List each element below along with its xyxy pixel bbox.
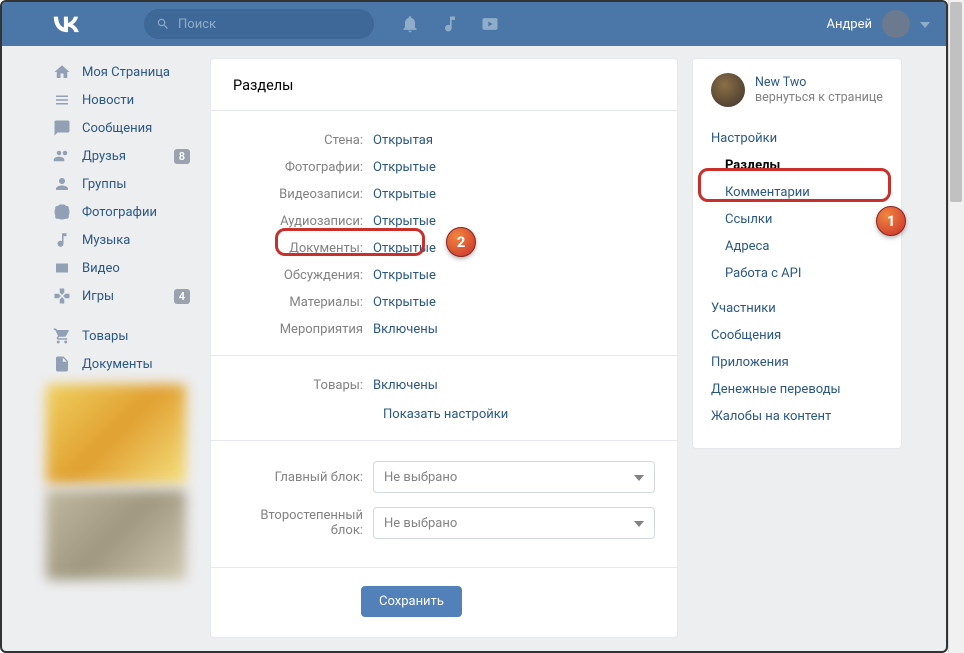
show-settings-link[interactable]: Показать настройки <box>383 407 508 422</box>
right-nav-item[interactable]: Настройки <box>693 125 901 152</box>
setting-value[interactable]: Открытая <box>373 133 433 148</box>
music-icon[interactable] <box>440 14 460 34</box>
search-input[interactable] <box>178 17 362 32</box>
setting-value[interactable]: Включены <box>373 322 438 337</box>
nav-item-market[interactable]: Товары <box>46 322 196 350</box>
settings-panel: Разделы Стена:ОткрытаяФотографии:Открыты… <box>210 58 678 638</box>
nav-label: Моя Страница <box>82 65 170 80</box>
right-nav-item[interactable]: Разделы <box>693 152 901 179</box>
user-avatar <box>882 10 910 38</box>
right-nav-item[interactable]: Адреса <box>693 233 901 260</box>
nav-label: Группы <box>82 177 126 192</box>
right-sidebar: New Two вернуться к странице НастройкиРа… <box>692 58 902 449</box>
secondary-block-label: Второстепенный блок: <box>233 508 373 538</box>
nav-item-groups[interactable]: Группы <box>46 170 196 198</box>
home-icon <box>52 62 72 82</box>
user-name: Андрей <box>826 17 872 32</box>
panel-title: Разделы <box>211 59 677 111</box>
nav-badge: 4 <box>174 289 190 304</box>
nav-item-news[interactable]: Новости <box>46 86 196 114</box>
right-nav-item[interactable]: Комментарии <box>693 179 901 206</box>
user-menu[interactable]: Андрей <box>826 10 930 38</box>
right-nav-item[interactable]: Приложения <box>693 349 901 376</box>
right-nav-item[interactable]: Участники <box>693 295 901 322</box>
left-sidebar: Моя Страница Новости Сообщения Друзья 8 Групп… <box>46 58 196 638</box>
nav-label: Документы <box>82 357 153 372</box>
setting-value[interactable]: Открытые <box>373 187 436 202</box>
nav-label: Товары <box>82 329 128 344</box>
chevron-down-icon <box>634 470 644 485</box>
nav-item-photos[interactable]: Фотографии <box>46 198 196 226</box>
annotation-marker-2: 2 <box>446 227 476 257</box>
search-box[interactable] <box>144 9 374 39</box>
setting-label: Стена: <box>233 133 373 148</box>
market-icon <box>52 326 72 346</box>
nav-label: Друзья <box>82 149 126 164</box>
setting-value[interactable]: Открытые <box>373 160 436 175</box>
setting-label: Фотографии: <box>233 160 373 175</box>
messages-icon <box>52 118 72 138</box>
nav-label: Сообщения <box>82 121 152 136</box>
nav-label: Новости <box>82 93 134 108</box>
photos-icon <box>52 202 72 222</box>
nav-badge: 8 <box>174 149 190 164</box>
blurred-widget <box>46 490 186 580</box>
nav-item-music[interactable]: Музыка <box>46 226 196 254</box>
nav-label: Видео <box>82 261 120 276</box>
group-avatar[interactable] <box>711 73 745 107</box>
setting-value[interactable]: Открытые <box>373 214 436 229</box>
setting-label: Мероприятия <box>233 322 373 337</box>
nav-item-video[interactable]: Видео <box>46 254 196 282</box>
scrollbar-track[interactable] <box>948 0 964 653</box>
nav-item-games[interactable]: Игры 4 <box>46 282 196 310</box>
docs-icon <box>52 354 72 374</box>
notifications-icon[interactable] <box>400 14 420 34</box>
games-icon <box>52 286 72 306</box>
video-icon <box>52 258 72 278</box>
setting-label: Документы: <box>233 241 373 256</box>
secondary-block-select[interactable]: Не выбрано <box>373 507 655 539</box>
right-nav-item[interactable]: Ссылки <box>693 206 901 233</box>
setting-value-products[interactable]: Включены <box>373 378 438 393</box>
setting-label: Аудиозаписи: <box>233 214 373 229</box>
news-icon <box>52 90 72 110</box>
setting-value[interactable]: Открытые <box>373 268 436 283</box>
blurred-widget <box>46 384 186 484</box>
scrollbar-thumb[interactable] <box>950 2 962 202</box>
main-block-label: Главный блок: <box>233 470 373 485</box>
setting-value[interactable]: Открытые <box>373 241 436 256</box>
nav-label: Фотографии <box>82 205 157 220</box>
setting-value[interactable]: Открытые <box>373 295 436 310</box>
right-nav-item[interactable]: Жалобы на контент <box>693 403 901 430</box>
music-icon <box>52 230 72 250</box>
setting-label: Материалы: <box>233 295 373 310</box>
groups-icon <box>52 174 72 194</box>
right-nav-item[interactable]: Работа с API <box>693 260 901 287</box>
friends-icon <box>52 146 72 166</box>
nav-label: Музыка <box>82 233 130 248</box>
back-to-page-link[interactable]: вернуться к странице <box>755 90 883 105</box>
nav-item-docs[interactable]: Документы <box>46 350 196 378</box>
right-nav-item[interactable]: Денежные переводы <box>693 376 901 403</box>
nav-item-friends[interactable]: Друзья 8 <box>46 142 196 170</box>
setting-label: Видеозаписи: <box>233 187 373 202</box>
annotation-marker-1: 1 <box>876 206 906 236</box>
main-header: Андрей <box>2 2 946 46</box>
nav-label: Игры <box>82 289 114 304</box>
nav-item-home[interactable]: Моя Страница <box>46 58 196 86</box>
main-block-select[interactable]: Не выбрано <box>373 461 655 493</box>
video-play-icon[interactable] <box>480 14 500 34</box>
setting-label-products: Товары: <box>233 378 373 393</box>
chevron-down-icon <box>920 17 930 32</box>
search-icon <box>156 17 170 31</box>
group-name-link[interactable]: New Two <box>755 75 883 90</box>
vk-logo[interactable] <box>52 10 80 38</box>
save-button[interactable]: Сохранить <box>361 586 462 617</box>
setting-label: Обсуждения: <box>233 268 373 283</box>
nav-item-messages[interactable]: Сообщения <box>46 114 196 142</box>
chevron-down-icon <box>634 516 644 531</box>
right-nav-item[interactable]: Сообщения <box>693 322 901 349</box>
